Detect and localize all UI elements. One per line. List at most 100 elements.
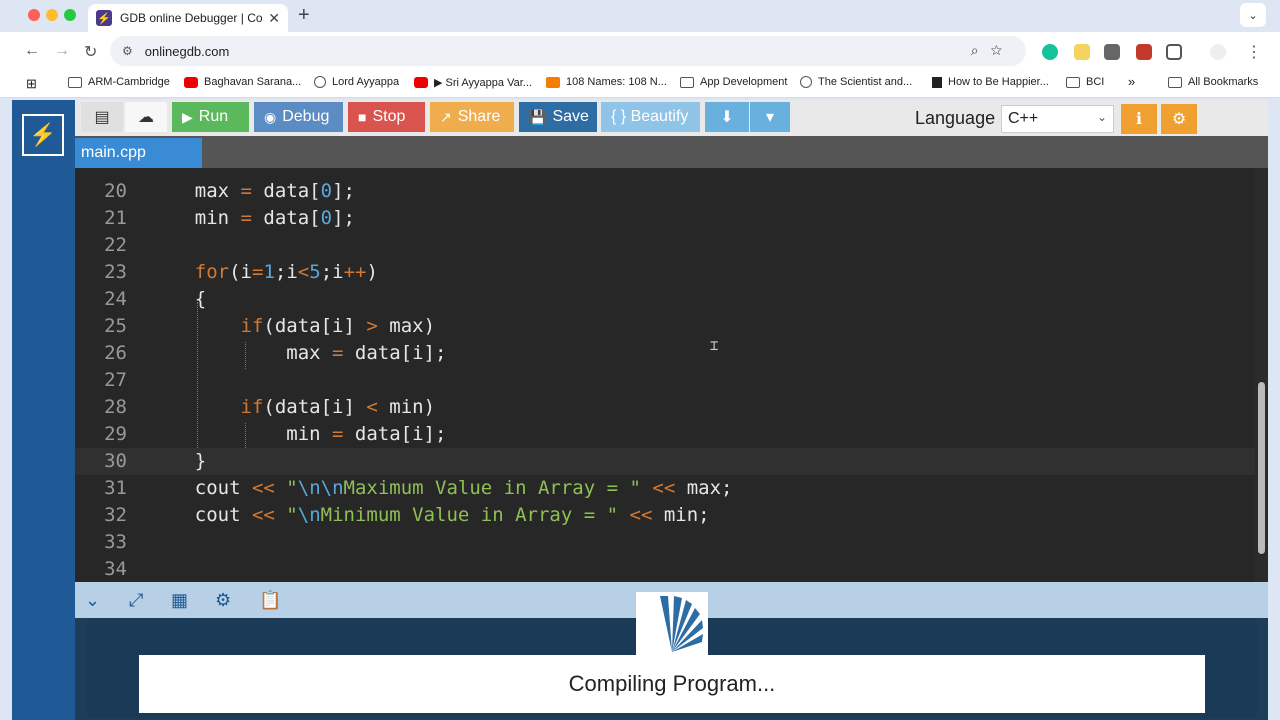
run-button[interactable]: ▶ Run [172, 102, 249, 132]
debug-button[interactable]: ◉ Debug [254, 102, 343, 132]
browser-menu-icon[interactable]: ⋮ [1246, 42, 1262, 62]
clipboard-icon[interactable]: 📋 [259, 590, 281, 611]
folder-icon [1168, 76, 1182, 88]
code-line[interactable]: 21 min = data[0]; [75, 205, 1255, 232]
code-line[interactable]: 29 min = data[i]; [75, 421, 1255, 448]
code-line[interactable]: 26 max = data[i]; [75, 340, 1255, 367]
ide-toolbar: ▤ ☁ ▶ Run ◉ Debug ■ Stop ↗ Share 💾 Save { } B… [75, 100, 1268, 136]
zoom-window-button[interactable] [64, 9, 76, 21]
code-line[interactable]: 33 [75, 529, 1255, 556]
code-line[interactable]: 27 [75, 367, 1255, 394]
play-icon: ▶ [182, 108, 193, 125]
folder-icon [68, 76, 82, 88]
bookmarks-bar: ⊞ ARM-Cambridge Baghavan Sarana... Lord … [0, 70, 1280, 98]
editor-scrollbar[interactable] [1255, 168, 1268, 582]
bookmark-item[interactable]: The Scientist and... [800, 76, 912, 88]
code-line[interactable]: 22 [75, 232, 1255, 259]
code-line[interactable]: 23 for(i=1;i<5;i++) [75, 259, 1255, 286]
scrollbar-thumb[interactable] [1258, 382, 1265, 554]
folder-icon [680, 76, 694, 88]
save-button[interactable]: 💾 Save [519, 102, 597, 132]
extension-icon[interactable] [1104, 44, 1120, 60]
line-number: 24 [104, 288, 127, 310]
code-editor[interactable]: ⌶ 20 max = data[0]; 21 min = data[0]; 22 23… [75, 168, 1255, 582]
grammarly-extension-icon[interactable] [1042, 44, 1058, 60]
line-number: 30 [104, 450, 127, 472]
download-button[interactable]: ⬇ [705, 102, 749, 132]
extension-icon[interactable] [1136, 44, 1152, 60]
more-bookmarks-icon[interactable]: » [1128, 74, 1135, 89]
code-text: } [149, 450, 207, 472]
close-window-button[interactable] [28, 9, 40, 21]
bookmark-item[interactable]: Baghavan Sarana... [184, 76, 301, 88]
close-tab-icon[interactable]: ✕ [268, 10, 280, 27]
bookmark-item[interactable]: ▶ Sri Ayyappa Var... [414, 76, 532, 89]
tab-title: GDB online Debugger | Comp [120, 11, 263, 25]
back-icon[interactable]: ← [24, 42, 40, 60]
figure-icon [932, 76, 942, 88]
zoom-and-bookmark-icons[interactable]: ⌕☆ [971, 42, 1014, 59]
line-number: 25 [104, 315, 127, 337]
bookmark-item[interactable]: Lord Ayyappa [314, 76, 399, 88]
browser-tab[interactable]: ⚡ GDB online Debugger | Comp ✕ [88, 4, 288, 32]
code-text: max = data[i]; [149, 342, 447, 364]
download-icon: ⬇ [720, 109, 734, 126]
onlinegdb-logo-icon[interactable]: ⚡ [22, 114, 64, 156]
code-line[interactable]: 31 cout << "\n\nMaximum Value in Array =… [75, 475, 1255, 502]
code-line[interactable]: 28 if(data[i] < min) [75, 394, 1255, 421]
bookmark-item[interactable]: App Development [680, 76, 787, 88]
extension-icon[interactable] [1074, 44, 1090, 60]
line-number: 26 [104, 342, 127, 364]
youtube-icon [414, 77, 428, 88]
line-number: 28 [104, 396, 127, 418]
code-line[interactable]: 20 max = data[0]; [75, 178, 1255, 205]
globe-icon [314, 76, 326, 88]
code-line[interactable]: 32 cout << "\nMinimum Value in Array = "… [75, 502, 1255, 529]
code-text: for(i=1;i<5;i++) [194, 261, 378, 283]
site-info-icon[interactable]: ⚙ [122, 44, 133, 58]
bookmark-item[interactable]: How to Be Happier... [932, 76, 1049, 88]
apps-grid-icon[interactable]: ⊞ [26, 76, 37, 92]
gdb-favicon-icon: ⚡ [96, 10, 112, 26]
bookmark-item[interactable]: BCI [1066, 76, 1104, 88]
settings-button[interactable]: ⚙ [1161, 104, 1197, 134]
code-text: cout << "\n\nMaximum Value in Array = " … [149, 477, 733, 499]
save-icon: 💾 [529, 108, 547, 125]
share-icon: ↗ [440, 108, 452, 125]
line-number: 23 [104, 261, 127, 283]
code-line[interactable]: 34 [75, 556, 1255, 582]
upload-button[interactable]: ☁ [125, 102, 167, 132]
code-line[interactable]: 25 if(data[i] > max) [75, 313, 1255, 340]
new-file-button[interactable]: ▤ [81, 102, 123, 132]
loading-spinner-icon [636, 592, 708, 656]
layout-icon[interactable]: ▦ [171, 590, 188, 611]
collapse-chevron-icon[interactable]: ⌄ [85, 590, 100, 611]
download-options-button[interactable]: ▾ [750, 102, 790, 132]
file-tab-main-cpp[interactable]: main.cpp [75, 138, 202, 168]
language-select[interactable]: C++ ⌄ [1001, 105, 1114, 133]
line-number: 32 [104, 504, 127, 526]
minimize-window-button[interactable] [46, 9, 58, 21]
bookmark-item[interactable]: 108 Names: 108 N... [546, 76, 667, 88]
tab-search-chevron-icon[interactable]: ⌄ [1240, 3, 1266, 27]
reload-icon[interactable]: ↻ [84, 42, 97, 62]
beautify-button[interactable]: { } Beautify [601, 102, 700, 132]
file-tab-bar: main.cpp [75, 136, 1268, 168]
info-button[interactable]: ℹ [1121, 104, 1157, 134]
line-number: 27 [104, 369, 127, 391]
profile-avatar[interactable] [1210, 44, 1226, 60]
code-line[interactable]: 24 { [75, 286, 1255, 313]
forward-icon[interactable]: → [54, 42, 70, 60]
extensions-puzzle-icon[interactable] [1166, 44, 1182, 60]
stop-icon: ■ [358, 109, 367, 125]
all-bookmarks[interactable]: All Bookmarks [1168, 76, 1258, 88]
gear-icon[interactable]: ⚙ [215, 590, 231, 611]
share-button[interactable]: ↗ Share [430, 102, 514, 132]
address-bar[interactable]: ⚙ onlinegdb.com ⌕☆ [110, 36, 1026, 66]
stop-button[interactable]: ■ Stop [348, 102, 425, 132]
bookmark-item[interactable]: ARM-Cambridge [68, 76, 170, 88]
expand-icon[interactable]: ⤢ [129, 590, 143, 611]
code-line[interactable]: 30 } [75, 448, 1255, 475]
new-tab-icon[interactable]: + [298, 4, 310, 27]
folder-icon [1066, 76, 1080, 88]
